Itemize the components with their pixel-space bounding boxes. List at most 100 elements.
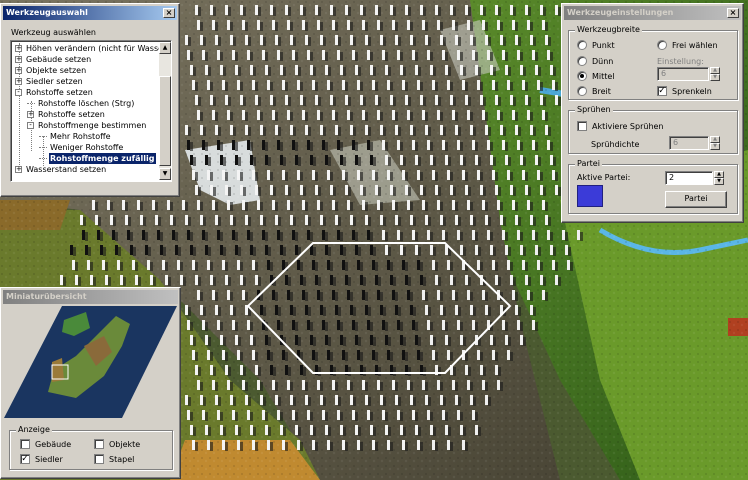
gebaeude-checkbox[interactable]: Gebäude [20,439,71,449]
resource-marker [357,260,360,270]
resource-marker [327,350,330,360]
scroll-thumb[interactable] [159,76,171,166]
radio-frei-waehlen[interactable]: Frei wählen [657,40,718,50]
setting-label: Einstellung: [657,57,704,66]
close-icon[interactable]: × [727,8,739,18]
minimap[interactable] [4,306,177,418]
tool-settings-titlebar[interactable]: Werkzeugeinstellungen × [564,6,741,20]
setting-input[interactable]: 6 [657,67,709,81]
resource-marker-shadow [458,127,461,136]
expand-icon[interactable]: + [15,78,22,85]
resource-marker-shadow [450,172,453,181]
resource-marker [167,200,170,210]
active-party-spinner[interactable]: ▲ ▼ [714,171,724,185]
siedler-checkbox[interactable]: ✓ Siedler [20,454,63,464]
tree-item[interactable]: + Siedler setzen [15,76,84,87]
party-button[interactable]: Partei [665,191,727,208]
resource-marker [392,200,395,210]
expand-icon[interactable]: + [15,45,22,52]
tree-item[interactable]: Rohstoffe löschen (Strg) [27,98,135,109]
spray-density-spinner[interactable]: ▲ ▼ [710,136,720,150]
expand-icon[interactable]: + [15,166,22,173]
spin-up-icon[interactable]: ▲ [710,136,720,143]
tree-item[interactable]: + Objekte setzen [15,65,87,76]
resource-marker-shadow [218,127,221,136]
resource-marker [392,380,395,390]
resource-marker-shadow [548,127,551,136]
setting-spinner[interactable]: ▲ ▼ [710,67,720,81]
scroll-down-icon[interactable]: ▼ [159,168,171,180]
tree-item[interactable]: - Rohstoffe setzen [15,87,94,98]
resource-marker [227,110,230,120]
resource-marker [367,230,370,240]
resource-marker [305,125,308,135]
resource-marker-shadow [453,367,456,376]
collapse-icon[interactable]: - [15,89,22,96]
radio-punkt[interactable]: Punkt [577,40,615,50]
tree-item[interactable]: Mehr Rohstoffe [39,131,112,142]
collapse-icon[interactable]: - [27,122,34,129]
resource-marker [250,425,253,435]
resource-marker [500,35,503,45]
resource-marker [450,95,453,105]
resource-marker [185,125,188,135]
resource-marker-shadow [365,382,368,391]
tree-item[interactable]: + Wasserstand setzen [15,164,107,175]
tree-item[interactable]: + Höhen verändern (nicht für Wasser) [15,43,170,54]
sprinkle-checkbox[interactable]: ✓ Sprenkeln [657,86,712,96]
tool-tree[interactable]: + Höhen verändern (nicht für Wasser) + Gebä… [10,40,172,182]
expand-icon[interactable]: + [27,111,34,118]
minimap-titlebar[interactable]: Miniaturübersicht [3,290,178,304]
resource-marker-shadow [208,337,211,346]
tree-item[interactable]: - Rohstoffmenge bestimmen [27,120,147,131]
activate-spray-checkbox[interactable]: Aktiviere Sprühen [577,121,664,131]
resource-marker-shadow [280,412,283,421]
tree-item[interactable]: + Rohstoffe setzen [27,109,106,120]
resource-marker [422,200,425,210]
resource-marker-shadow [468,97,471,106]
spin-up-icon[interactable]: ▲ [714,171,724,178]
resource-marker [470,35,473,45]
tree-item[interactable]: Rohstoffmenge zufällig [39,153,156,164]
tree-item[interactable]: Weniger Rohstoffe [39,142,124,153]
expand-icon[interactable]: + [15,67,22,74]
resource-marker [555,5,558,15]
activate-spray-label: Aktiviere Sprühen [592,121,664,131]
spin-up-icon[interactable]: ▲ [710,67,720,74]
resource-marker [272,290,275,300]
resource-marker [190,65,193,75]
scroll-up-icon[interactable]: ▲ [159,42,171,54]
resource-marker [347,200,350,210]
close-icon[interactable]: × [163,8,175,18]
stapel-checkbox[interactable]: Stapel [94,454,134,464]
tool-selection-titlebar[interactable]: Werkzeugauswahl × [3,6,177,20]
resource-marker-shadow [348,367,351,376]
spin-down-icon[interactable]: ▼ [710,74,720,81]
resource-marker [420,185,423,195]
resource-marker-shadow [548,37,551,46]
radio-duenn[interactable]: Dünn [577,56,613,66]
objekte-checkbox[interactable]: Objekte [94,439,140,449]
resource-marker-shadow [328,67,331,76]
spray-density-input[interactable]: 6 [669,136,709,150]
resource-marker [295,245,298,255]
expand-icon[interactable]: + [15,56,22,63]
resource-marker-shadow [533,307,536,316]
radio-breit[interactable]: Breit [577,86,611,96]
resource-marker [495,5,498,15]
active-party-input[interactable]: 2 [665,171,713,185]
spin-down-icon[interactable]: ▼ [714,178,724,185]
resource-marker-shadow [230,382,233,391]
resource-marker-shadow [565,232,568,241]
resource-marker-shadow [350,382,353,391]
radio-mittel[interactable]: Mittel [577,71,615,81]
resource-marker-shadow [475,322,478,331]
spin-down-icon[interactable]: ▼ [710,143,720,150]
resource-marker-shadow [258,187,261,196]
resource-marker-shadow [193,157,196,166]
resource-marker [507,350,510,360]
resource-marker [195,5,198,15]
tree-scrollbar[interactable]: ▲ ▼ [159,42,171,180]
tree-item[interactable]: + Gebäude setzen [15,54,92,65]
resource-marker-shadow [325,322,328,331]
